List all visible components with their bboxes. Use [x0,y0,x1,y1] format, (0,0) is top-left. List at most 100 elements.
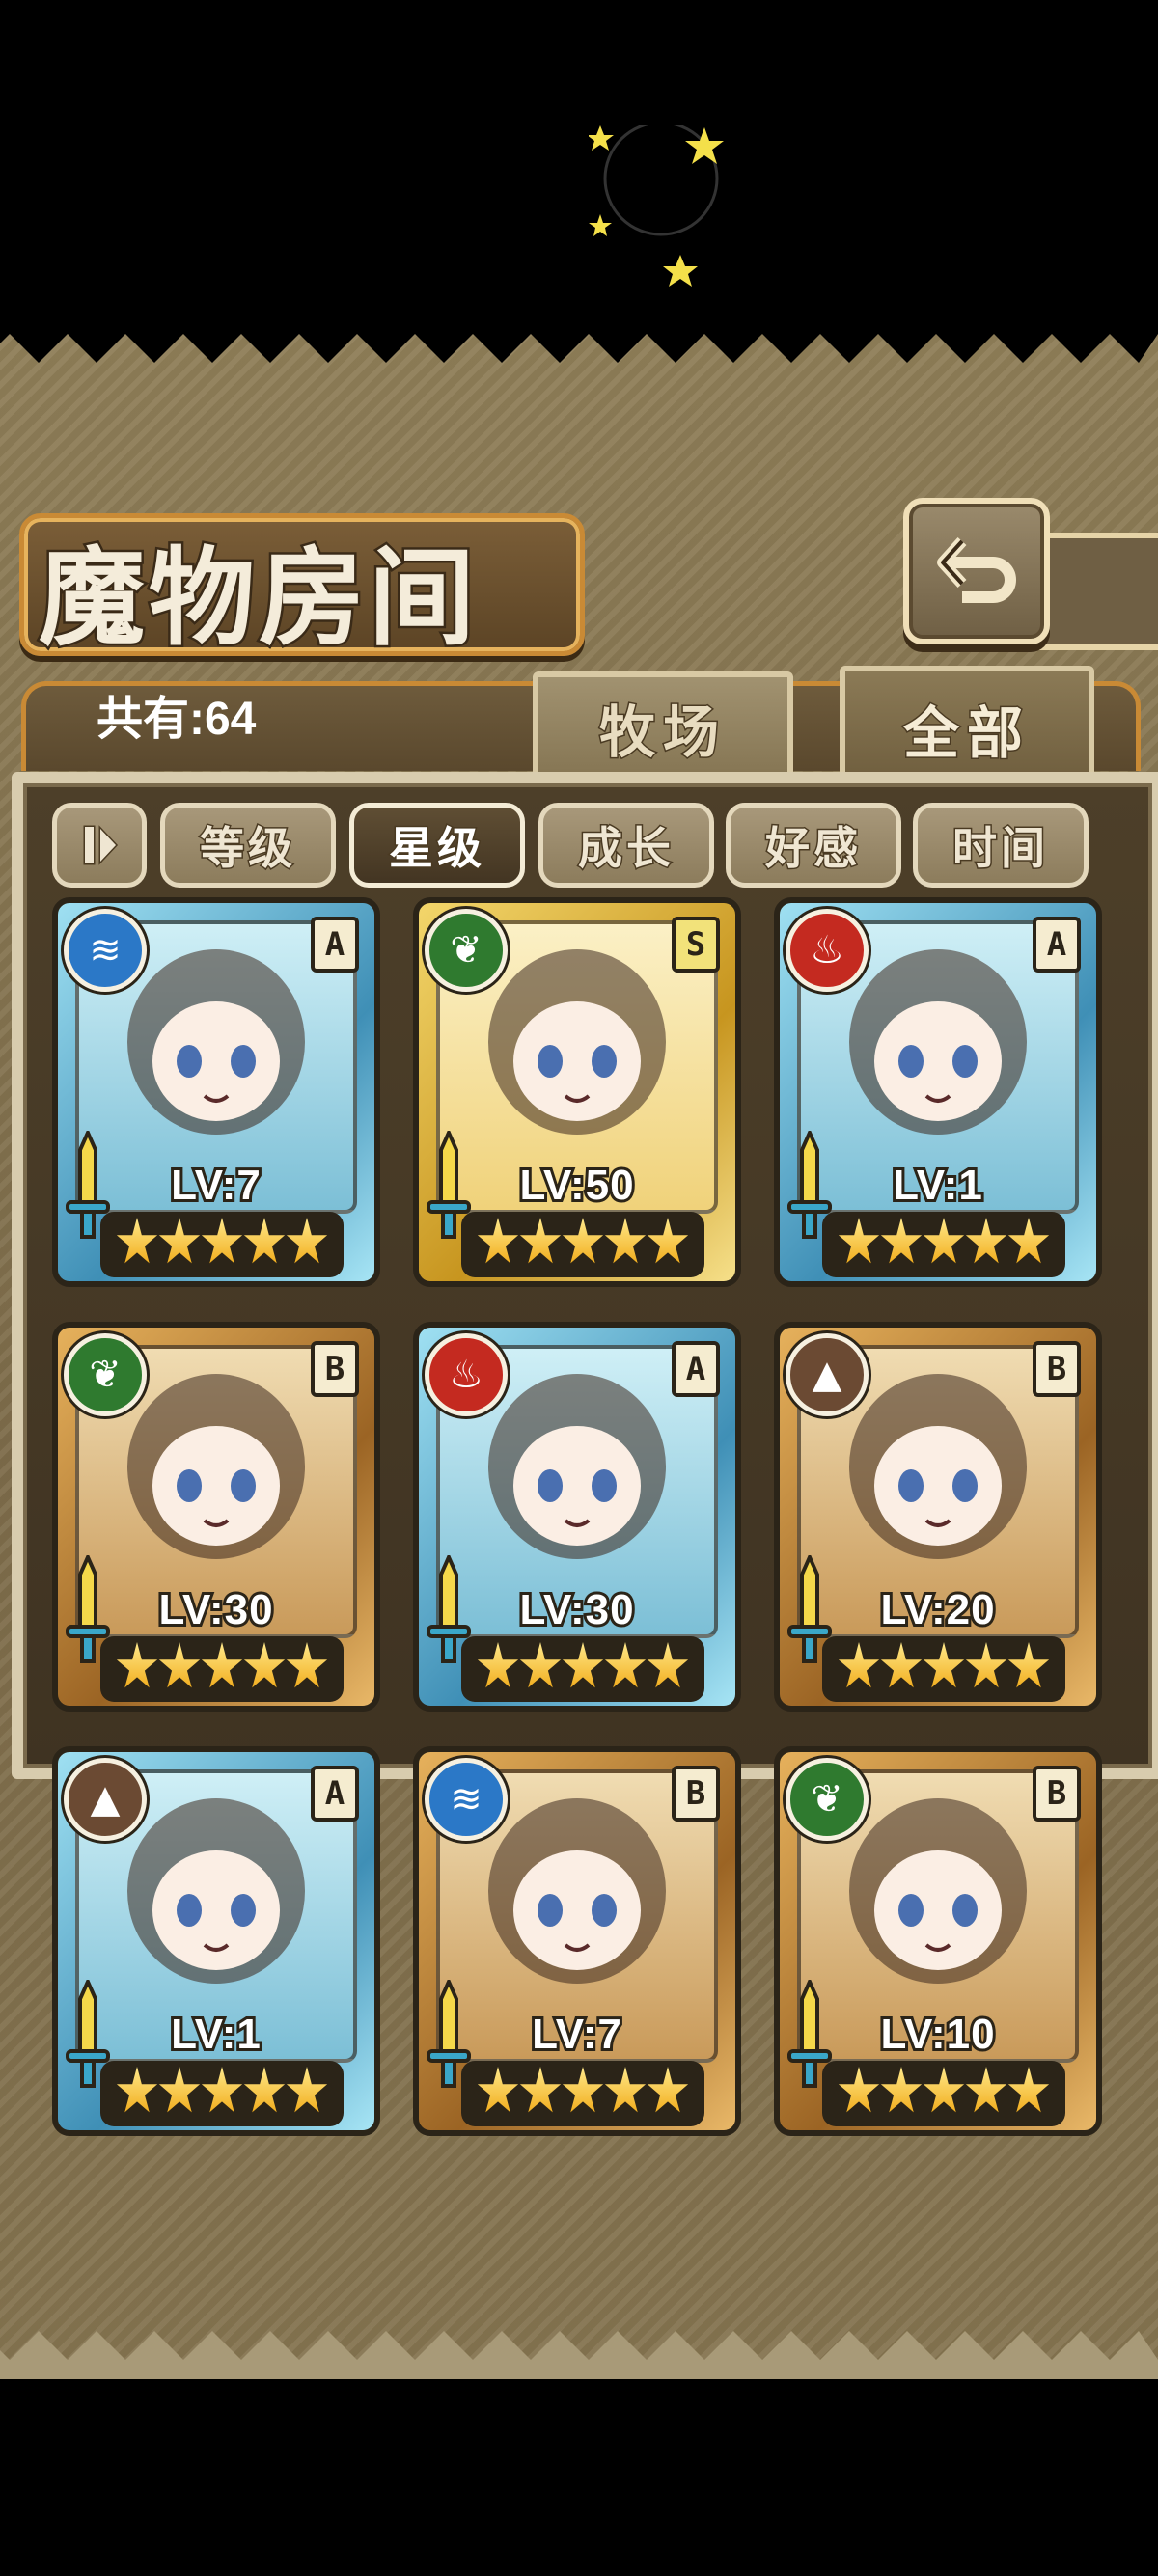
star-icon [923,1218,965,1264]
monster-card[interactable]: ♨ A LV:30 [413,1322,741,1712]
star-icon [519,2067,562,2113]
star-icon [880,1642,923,1688]
star-icon [286,2067,328,2113]
sort-direction-icon [83,825,119,865]
star-icon [158,2067,201,2113]
level-label: LV:1 [168,2008,263,2061]
level-label: LV:20 [877,1583,997,1636]
leaf-icon: ❦ [64,1333,147,1416]
level-label: LV:30 [516,1583,636,1636]
star-icon [838,2067,880,2113]
star-rating [116,2067,328,2124]
page-title: 魔物房间 [37,534,479,663]
rank-badge: A [311,917,359,973]
star-rating [116,1642,328,1700]
star-icon [1007,2067,1050,2113]
star-icon [477,2067,519,2113]
monster-card[interactable]: ❦ S LV:50 [413,897,741,1287]
monster-card[interactable]: ≋ B LV:7 [413,1746,741,2136]
rank-badge: B [311,1341,359,1397]
monster-count: 共有:64 [96,694,257,745]
rank-badge: B [672,1766,720,1822]
star-rating [838,1218,1050,1275]
zigzag-border-bottom [0,2331,1158,2379]
sort-time-button[interactable]: 时间 [913,803,1089,888]
star-icon [477,1218,519,1264]
flame-icon: ♨ [786,909,868,992]
star-icon [562,1218,604,1264]
monster-card[interactable]: ❦ B LV:10 [774,1746,1102,2136]
star-icon [243,1218,286,1264]
rank-badge: A [1033,917,1081,973]
sort-star-button[interactable]: 星级 [349,803,525,888]
star-icon [647,1218,689,1264]
sort-order-toggle-button[interactable] [52,803,147,888]
star-icon [519,1218,562,1264]
star-icon [562,2067,604,2113]
monster-card[interactable]: ♨ A LV:1 [774,897,1102,1287]
level-label: LV:1 [890,1159,985,1212]
leaf-icon: ❦ [786,1758,868,1841]
rank-badge: B [1033,1341,1081,1397]
monster-card[interactable]: ▲ B LV:20 [774,1322,1102,1712]
star-icon [116,1218,158,1264]
star-icon [158,1642,201,1688]
level-label: LV:50 [516,1159,636,1212]
leaf-icon: ❦ [425,909,508,992]
star-icon [116,1642,158,1688]
star-icon [477,1642,519,1688]
mountain-icon: ▲ [64,1758,147,1841]
star-icon [286,1642,328,1688]
star-icon [923,1642,965,1688]
star-icon [562,1642,604,1688]
star-icon [201,1218,243,1264]
rank-badge: A [672,1341,720,1397]
sort-level-button[interactable]: 等级 [160,803,336,888]
star-icon [243,2067,286,2113]
star-icon [604,1218,647,1264]
star-icon [604,2067,647,2113]
star-icon [838,1642,880,1688]
star-icon [201,1642,243,1688]
back-button[interactable] [903,498,1050,644]
star-icon [519,1642,562,1688]
level-label: LV:30 [155,1583,275,1636]
star-icon [604,1642,647,1688]
star-icon [838,1218,880,1264]
sort-affection-button[interactable]: 好感 [726,803,901,888]
star-icon [647,2067,689,2113]
tab-ranch[interactable]: 牧场 [533,671,793,783]
rank-badge: A [311,1766,359,1822]
star-icon [965,1218,1007,1264]
water-wave-icon: ≋ [425,1758,508,1841]
star-icon [965,2067,1007,2113]
star-icon [286,1218,328,1264]
star-rating [838,1642,1050,1700]
star-rating [838,2067,1050,2124]
star-icon [1007,1642,1050,1688]
level-label: LV:10 [877,2008,997,2061]
monster-card[interactable]: ≋ A LV:7 [52,897,380,1287]
monster-card[interactable]: ❦ B LV:30 [52,1322,380,1712]
rank-badge: B [1033,1766,1081,1822]
star-icon [1007,1218,1050,1264]
star-icon [243,1642,286,1688]
star-rating [116,1218,328,1275]
star-rating [477,2067,689,2124]
star-icon [647,1642,689,1688]
return-arrow-icon [937,536,1016,603]
star-icon [923,2067,965,2113]
level-label: LV:7 [168,1159,263,1212]
star-icon [201,2067,243,2113]
monster-card[interactable]: ▲ A LV:1 [52,1746,380,2136]
sort-growth-button[interactable]: 成长 [538,803,714,888]
zigzag-border-top [0,324,1158,363]
star-icon [158,1218,201,1264]
water-wave-icon: ≋ [64,909,147,992]
loading-stars-icon [589,125,724,287]
star-icon [965,1642,1007,1688]
level-label: LV:7 [529,2008,624,2061]
star-icon [880,2067,923,2113]
star-rating [477,1642,689,1700]
star-icon [116,2067,158,2113]
